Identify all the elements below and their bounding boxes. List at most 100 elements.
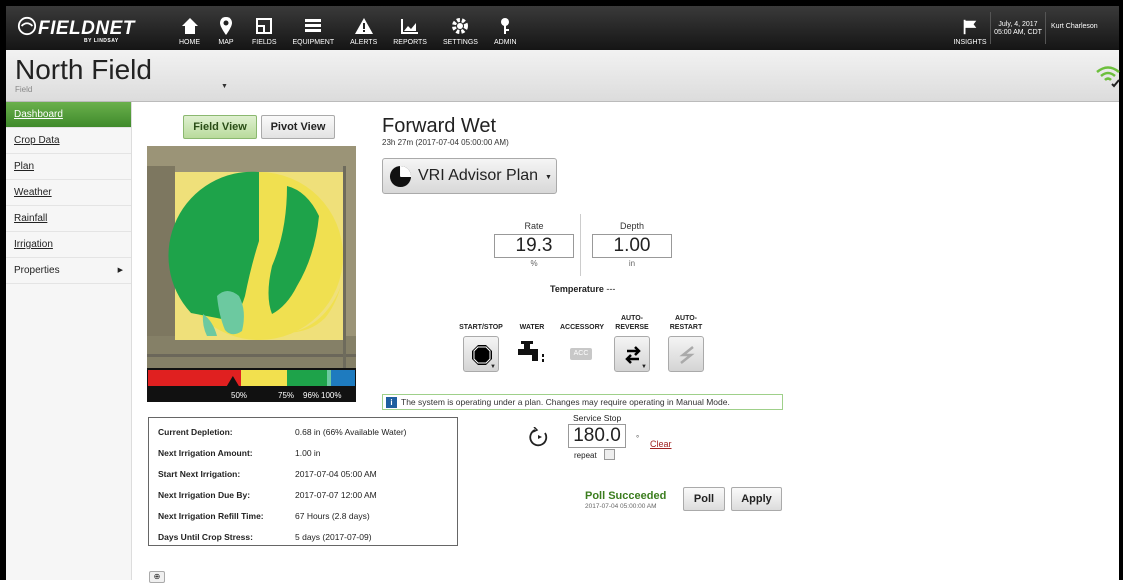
poll-status: Poll Succeeded — [585, 490, 667, 502]
insights-label: INSIGHTS — [953, 39, 987, 46]
temperature-readout: Temperature --- — [550, 284, 615, 294]
info-key: Days Until Crop Stress: — [158, 532, 253, 542]
sidebar-item-plan[interactable]: Plan — [6, 154, 131, 180]
sidebar-item-crop-data[interactable]: Crop Data — [6, 128, 131, 154]
plan-label: VRI Advisor Plan — [418, 167, 539, 184]
depletion-scale: 50% 75% 96% 100% — [147, 368, 356, 402]
page-header: North Field Field ▼ — [6, 50, 1120, 102]
brand-logo[interactable]: FIELDNET — [38, 18, 135, 40]
date-time-display: July, 4, 2017 05:00 AM, CDT — [990, 12, 1046, 44]
fieldnet-logo-icon — [17, 16, 37, 36]
time-line: 05:00 AM, CDT — [994, 29, 1042, 36]
info-value: 2017-07-04 05:00 AM — [295, 469, 377, 479]
info-key: Start Next Irrigation: — [158, 469, 241, 479]
rate-input[interactable]: 19.3 — [494, 234, 574, 258]
temperature-label: Temperature — [550, 284, 604, 294]
admin-icon — [501, 18, 510, 34]
sidebar-item-irrigation[interactable]: Irrigation — [6, 232, 131, 258]
info-key: Next Irrigation Amount: — [158, 448, 253, 458]
flag-icon — [963, 19, 977, 35]
top-nav-bar: FIELDNET BY LINDSAY HOME MAP FIELDS EQUI… — [6, 6, 1119, 50]
info-value: 67 Hours (2.8 days) — [295, 511, 370, 521]
depth-input[interactable]: 1.00 — [592, 234, 672, 258]
sidebar-item-weather[interactable]: Weather — [6, 180, 131, 206]
repeat-label: repeat — [574, 451, 597, 460]
clear-link[interactable]: Clear — [650, 439, 672, 449]
nav-admin[interactable]: ADMIN — [486, 6, 525, 50]
scale-label-100: 100% — [321, 391, 342, 400]
nav-settings[interactable]: SETTINGS — [435, 6, 486, 50]
poll-button[interactable]: Poll — [683, 487, 725, 511]
info-key: Next Irrigation Due By: — [158, 490, 251, 500]
home-icon — [181, 18, 198, 34]
field-select-dropdown[interactable]: ▼ — [221, 83, 228, 90]
rate-unit: % — [530, 259, 538, 268]
wifi-connected-icon — [1096, 66, 1120, 88]
user-name[interactable]: Kurt Charleson — [1051, 23, 1098, 30]
nav-fields[interactable]: FIELDS — [244, 6, 285, 50]
field-map[interactable] — [147, 146, 356, 368]
brand-sub: BY LINDSAY — [84, 38, 119, 44]
auto-reverse-button[interactable]: ▼ — [614, 336, 650, 372]
nav-equipment[interactable]: EQUIPMENT — [285, 6, 343, 50]
map-pin-icon — [220, 17, 232, 35]
repeat-checkbox[interactable] — [604, 449, 615, 460]
nav-settings-label: SETTINGS — [442, 39, 478, 46]
temperature-value: --- — [606, 284, 616, 294]
field-view-button[interactable]: Field View — [183, 115, 257, 139]
nav-home-label: HOME — [179, 39, 200, 46]
gear-icon — [452, 18, 469, 34]
main-nav: HOME MAP FIELDS EQUIPMENT ALERTS REPORTS… — [171, 6, 525, 50]
zoom-button[interactable]: ⊕ — [149, 571, 165, 583]
plan-notice: i The system is operating under a plan. … — [382, 394, 783, 410]
page-subtitle: Field — [15, 85, 33, 94]
water-faucet-icon[interactable] — [518, 340, 546, 366]
info-value: 5 days (2017-07-09) — [295, 532, 372, 542]
fields-icon — [256, 18, 273, 34]
nav-map-label: MAP — [218, 39, 234, 46]
page-title: North Field — [15, 54, 152, 85]
depletion-scale-bar — [148, 370, 355, 386]
nav-map[interactable]: MAP — [208, 6, 244, 50]
service-stop-input[interactable]: 180.0 — [568, 424, 626, 448]
sidebar-item-dashboard[interactable]: Dashboard — [6, 102, 131, 128]
apply-button[interactable]: Apply — [731, 487, 782, 511]
nav-alerts-label: ALERTS — [350, 39, 378, 46]
reports-icon — [401, 19, 419, 34]
insights-button[interactable]: INSIGHTS — [953, 6, 987, 50]
start-stop-button[interactable]: ▼ — [463, 336, 499, 372]
equipment-icon — [305, 19, 322, 32]
degree-symbol: ° — [636, 434, 640, 443]
info-value: 1.00 in — [295, 448, 321, 458]
plan-notice-text: The system is operating under a plan. Ch… — [401, 397, 730, 407]
sidebar-item-properties[interactable]: Properties ▶ — [6, 258, 131, 284]
status-subtitle: 23h 27m (2017-07-04 05:00:00 AM) — [382, 138, 509, 147]
rotation-icon — [529, 427, 548, 447]
nav-reports[interactable]: REPORTS — [385, 6, 435, 50]
depth-unit: in — [628, 259, 636, 268]
nav-home[interactable]: HOME — [171, 6, 208, 50]
service-stop-label: Service Stop — [573, 413, 622, 423]
date-line: July, 4, 2017 — [998, 21, 1038, 28]
info-key: Current Depletion: — [158, 427, 233, 437]
irrigation-info-table: Current Depletion: 0.68 in (66% Availabl… — [148, 417, 458, 546]
accessory-badge[interactable]: ACC — [570, 348, 592, 360]
auto-restart-button[interactable] — [668, 336, 704, 372]
auto-restart-icon — [679, 346, 695, 364]
info-value: 0.68 in (66% Available Water) — [295, 427, 407, 437]
pie-plan-icon — [389, 165, 412, 188]
sidebar-item-rainfall[interactable]: Rainfall — [6, 206, 131, 232]
nav-alerts[interactable]: ALERTS — [342, 6, 385, 50]
auto-reverse-label: AUTO- REVERSE — [615, 315, 649, 331]
rate-depth-divider — [580, 214, 581, 276]
accessory-label: ACCESSORY — [559, 324, 605, 331]
start-stop-label: START/STOP — [459, 324, 503, 331]
caret-down-icon: ▼ — [641, 364, 647, 370]
info-value: 2017-07-07 12:00 AM — [295, 490, 377, 500]
rate-label: Rate — [524, 221, 544, 231]
pivot-view-button[interactable]: Pivot View — [261, 115, 335, 139]
info-icon: i — [386, 397, 397, 408]
water-label: WATER — [519, 324, 545, 331]
plan-dropdown-button[interactable]: VRI Advisor Plan ▼ — [382, 158, 557, 194]
scale-label-50: 50% — [231, 391, 248, 400]
